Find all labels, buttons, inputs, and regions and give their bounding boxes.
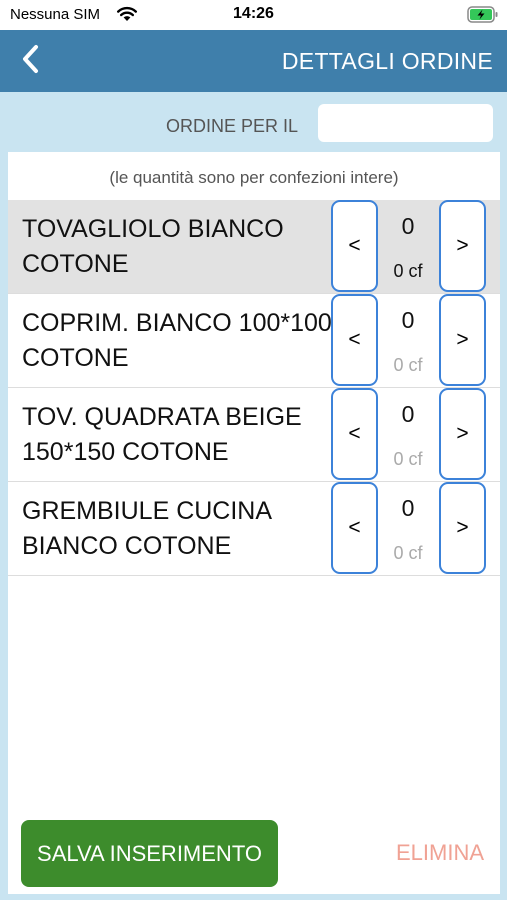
delete-button[interactable]: ELIMINA <box>380 835 500 871</box>
quantity-value: 0 <box>401 495 415 521</box>
package-count: 0 cf <box>393 449 423 469</box>
increase-button[interactable]: > <box>439 482 486 574</box>
list-item[interactable]: TOV. QUADRATA BEIGE 150*150 COTONE < 0 0… <box>8 388 500 482</box>
order-date-field[interactable] <box>318 104 493 142</box>
quantity-value: 0 <box>401 213 415 239</box>
clock: 14:26 <box>233 5 274 22</box>
increase-button[interactable]: > <box>439 200 486 292</box>
save-button[interactable]: SALVA INSERIMENTO <box>21 820 278 887</box>
item-name: GREMBIULE CUCINA BIANCO COTONE <box>22 497 271 560</box>
increase-button[interactable]: > <box>439 294 486 386</box>
item-name: TOVAGLIOLO BIANCO COTONE <box>22 215 284 278</box>
item-name: TOV. QUADRATA BEIGE 150*150 COTONE <box>22 403 302 466</box>
status-bar: Nessuna SIM 14:26 <box>0 0 507 30</box>
list-item[interactable]: TOVAGLIOLO BIANCO COTONE < 0 0 cf > <box>8 200 500 294</box>
increase-button[interactable]: > <box>439 388 486 480</box>
items-panel: (le quantità sono per confezioni intere)… <box>8 152 500 894</box>
chevron-left-icon <box>21 44 41 79</box>
quantity-value: 0 <box>401 307 415 333</box>
nav-bar: DETTAGLI ORDINE <box>0 30 507 92</box>
battery-charging-icon <box>467 6 499 28</box>
package-count: 0 cf <box>393 355 423 375</box>
quantity-note: (le quantità sono per confezioni intere) <box>109 168 399 187</box>
quantity-value: 0 <box>401 401 415 427</box>
item-name: COPRIM. BIANCO 100*100 COTONE <box>22 309 332 372</box>
list-item[interactable]: GREMBIULE CUCINA BIANCO COTONE < 0 0 cf … <box>8 482 500 576</box>
package-count: 0 cf <box>393 543 423 563</box>
decrease-button[interactable]: < <box>331 294 378 386</box>
decrease-button[interactable]: < <box>331 200 378 292</box>
page-title: DETTAGLI ORDINE <box>281 48 493 74</box>
list-item[interactable]: COPRIM. BIANCO 100*100 COTONE < 0 0 cf > <box>8 294 500 388</box>
decrease-button[interactable]: < <box>331 482 378 574</box>
package-count: 0 cf <box>393 261 423 281</box>
order-date-label: ORDINE PER IL <box>166 116 299 136</box>
decrease-button[interactable]: < <box>331 388 378 480</box>
back-button[interactable] <box>14 44 48 78</box>
